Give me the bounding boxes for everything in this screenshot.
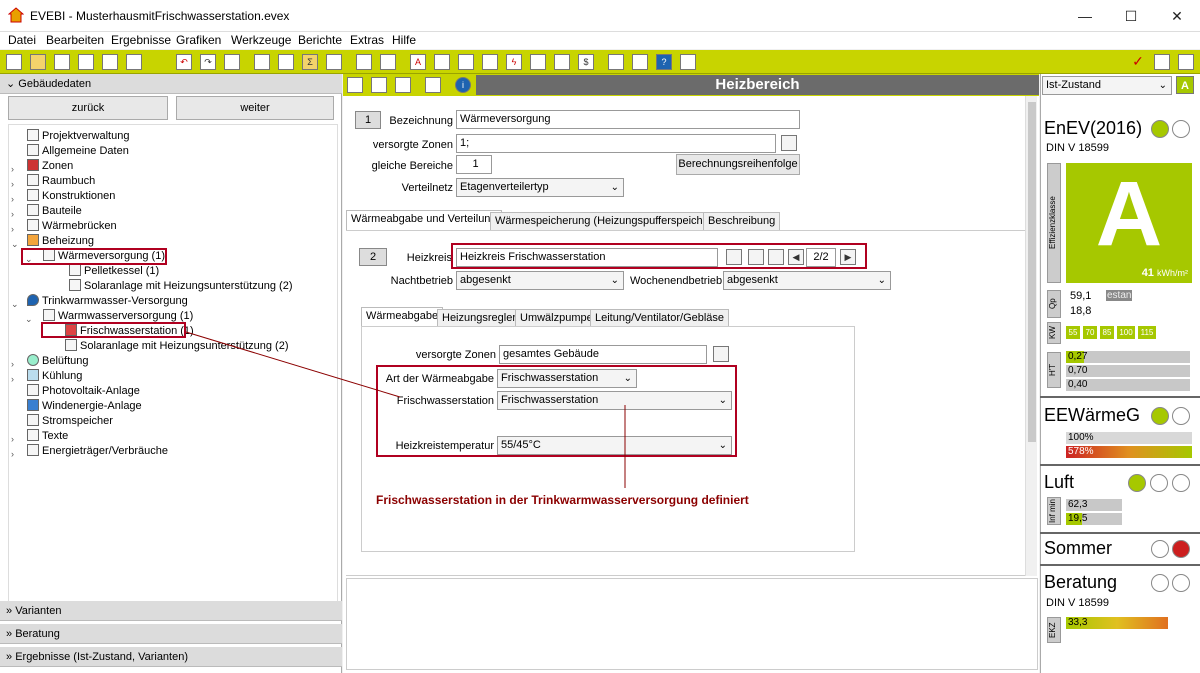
main-scrollbar[interactable] [1025,96,1037,576]
kw-box: 70 [1083,326,1097,339]
kw-box: 115 [1138,326,1156,339]
kw-box: 100 [1117,326,1135,339]
beratung-title: Beratung [1044,572,1118,592]
divider [1040,464,1200,466]
inf-label: Inf min [1047,497,1061,525]
ht-bar: 0,70 [1066,365,1190,377]
annotation-lines [185,331,626,488]
eew-bar-2: 578% [1066,446,1192,458]
status-circle-empty [1172,474,1190,492]
luft-bar-2: 19,5 [1066,513,1122,525]
din-label-2: DIN V 18599 [1046,597,1109,609]
divider [1040,396,1200,398]
status-circle-green [1151,407,1169,425]
luft-title: Luft [1044,472,1075,492]
ht-label: H'T [1047,352,1061,388]
luft-bar-1: 62,3 [1066,499,1122,511]
ht-bar: 0,27 [1066,351,1190,363]
status-circle-green [1128,474,1146,492]
status-circle-green [1151,120,1169,138]
kw-label: KW [1047,322,1061,344]
eff-label: Effizienzklasse [1047,163,1061,283]
state-badge[interactable]: A [1176,76,1194,94]
sommer-title: Sommer [1044,538,1113,558]
enev-title: EnEV(2016) [1044,118,1143,138]
chevron-down-icon: ⌄ [1158,80,1167,91]
ht-bar: 0,40 [1066,379,1190,391]
efficiency-class-letter: A [1095,163,1163,265]
status-circle-empty [1172,574,1190,592]
eew-bar-1: 100% [1066,432,1192,444]
status-circle-empty [1172,120,1190,138]
qp-value-2: 18,8 [1070,305,1092,317]
annotation-text: Frischwasserstation in der Trinkwarmwass… [376,493,749,507]
eew-title: EEWärmeG [1044,405,1141,425]
bottom-panel [346,578,1038,670]
annotation-line-tree [185,331,401,398]
ekz-bar: 33,3 [1066,617,1168,629]
efficiency-value: 41 kWh/m² [1141,267,1188,279]
divider [1040,564,1200,566]
scrollbar-thumb[interactable] [1028,102,1036,442]
kw-box: 85 [1100,326,1114,339]
status-circle-empty [1172,407,1190,425]
qp-label: Qp [1047,290,1061,318]
kw-box: 55 [1066,326,1080,339]
status-circle-empty [1150,474,1168,492]
qp-estan: estan [1106,290,1133,301]
status-circle-empty [1151,540,1169,558]
qp-value-1: 59,1 [1070,290,1092,302]
divider [1040,532,1200,534]
din-label: DIN V 18599 [1046,142,1109,154]
status-circle-red [1172,540,1190,558]
status-circle-empty [1151,574,1169,592]
efficiency-class-box: A 41 kWh/m² [1066,163,1192,283]
ekz-label: EKZ [1047,617,1061,643]
state-select[interactable]: Ist-Zustand ⌄ [1042,76,1172,95]
